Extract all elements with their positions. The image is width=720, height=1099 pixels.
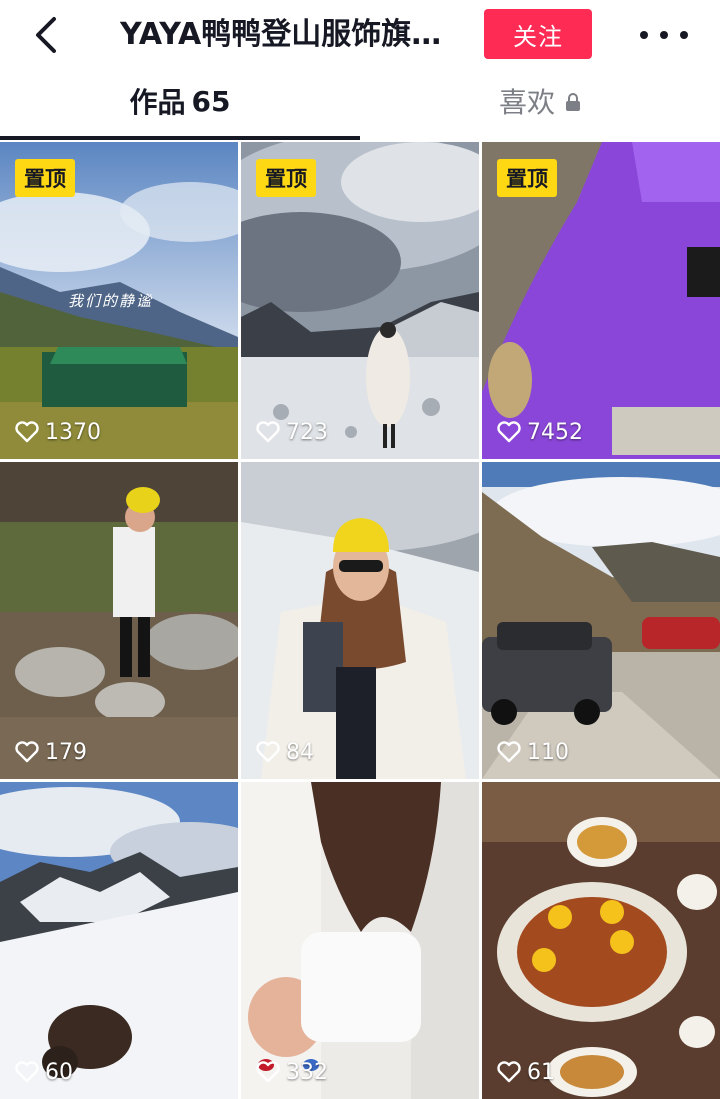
like-count-value: 723 [286, 419, 328, 445]
video-thumbnail[interactable]: 179 [0, 462, 238, 779]
video-thumbnail[interactable]: 置顶 723 [241, 142, 479, 459]
video-thumbnail[interactable]: 60 [0, 782, 238, 1099]
rocky-slope-thumbnail [0, 462, 238, 779]
pinned-badge: 置顶 [256, 159, 316, 197]
video-thumbnail[interactable]: 61 [482, 782, 720, 1099]
more-button[interactable] [640, 18, 688, 52]
food-table-thumbnail [482, 782, 720, 1099]
like-count: 84 [255, 737, 314, 767]
tab-active-indicator [0, 136, 360, 140]
heart-icon [256, 421, 280, 443]
top-bar: YAYA鸭鸭登山服饰旗… 关注 [0, 0, 720, 70]
video-grid: 置顶 我们的静谧 1370 置顶 723 置顶 7452 179 84 110 … [0, 142, 720, 1099]
tab-likes[interactable]: 喜欢 [360, 70, 720, 132]
heart-icon [15, 421, 39, 443]
heart-icon [256, 1061, 280, 1083]
like-count-value: 1370 [45, 419, 101, 445]
like-count-value: 61 [527, 1059, 555, 1085]
heart-icon [497, 1061, 521, 1083]
more-icon-dot [660, 31, 668, 39]
like-count: 179 [14, 737, 87, 767]
heart-icon [15, 1061, 39, 1083]
pinned-badge: 置顶 [497, 159, 557, 197]
video-thumbnail[interactable]: 110 [482, 462, 720, 779]
tab-works[interactable]: 作品 65 [0, 70, 360, 132]
like-count-value: 7452 [527, 419, 583, 445]
like-count: 7452 [496, 417, 583, 447]
tab-works-label: 作品 [129, 86, 186, 119]
heart-icon [15, 741, 39, 763]
video-thumbnail[interactable]: 置顶 7452 [482, 142, 720, 459]
like-count: 723 [255, 417, 328, 447]
like-count: 332 [255, 1057, 328, 1087]
like-count-value: 332 [286, 1059, 328, 1085]
like-count-value: 60 [45, 1059, 73, 1085]
video-thumbnail[interactable]: 332 [241, 782, 479, 1099]
like-count-value: 110 [527, 739, 569, 765]
snow-dog-thumbnail [0, 782, 238, 1099]
video-caption: 我们的静谧 [68, 292, 154, 310]
hair-closeup-thumbnail [241, 782, 479, 1099]
lock-icon [566, 93, 580, 111]
like-count: 61 [496, 1057, 555, 1087]
heart-icon [497, 421, 521, 443]
more-icon-dot [640, 31, 648, 39]
like-count-value: 179 [45, 739, 87, 765]
tab-works-count: 65 [191, 84, 231, 118]
heart-icon [497, 741, 521, 763]
follow-button[interactable]: 关注 [484, 9, 592, 59]
like-count-value: 84 [286, 739, 314, 765]
yellow-beanie-selfie-thumbnail [241, 462, 479, 779]
like-count: 60 [14, 1057, 73, 1087]
profile-tabs: 作品 65 喜欢 [0, 70, 720, 140]
account-title: YAYA鸭鸭登山服饰旗… [120, 17, 442, 52]
back-button[interactable] [28, 14, 68, 56]
heart-icon [256, 741, 280, 763]
mountain-road-cars-thumbnail [482, 462, 720, 779]
video-thumbnail[interactable]: 84 [241, 462, 479, 779]
pinned-badge: 置顶 [15, 159, 75, 197]
more-icon-dot [680, 31, 688, 39]
like-count: 110 [496, 737, 569, 767]
tab-likes-label: 喜欢 [498, 86, 555, 119]
like-count: 1370 [14, 417, 101, 447]
video-thumbnail[interactable]: 置顶 我们的静谧 1370 [0, 142, 238, 459]
back-arrow-icon [36, 17, 56, 53]
